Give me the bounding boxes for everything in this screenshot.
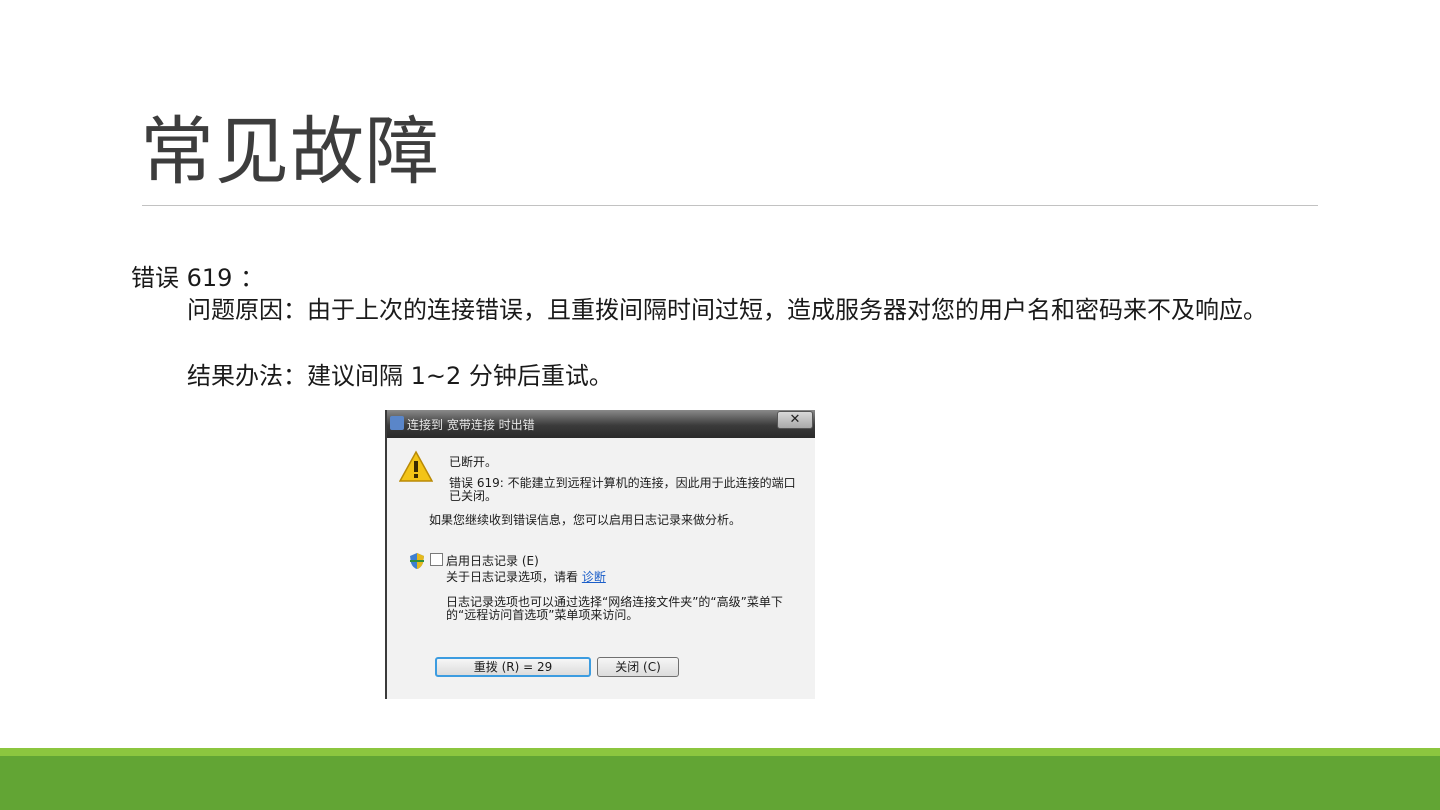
diagnose-link[interactable]: 诊断 (582, 570, 606, 584)
problem-cause-text: 问题原因：由于上次的连接错误，且重拨间隔时间过短，造成服务器对您的用户名和密码来… (187, 296, 1267, 324)
title-divider (142, 205, 1318, 206)
close-button[interactable]: 关闭 (C) (597, 657, 679, 677)
about-logging-text: 关于日志记录选项，请看 诊断 (446, 568, 606, 585)
logging-note: 日志记录选项也可以通过选择“网络连接文件夹”的“高级”菜单下的“远程访问首选项”… (446, 595, 783, 622)
error-message: 错误 619: 不能建立到远程计算机的连接，因此用于此连接的端口已关闭。 (449, 476, 796, 503)
dialog-close-icon[interactable]: ✕ (777, 411, 813, 429)
footer-bar (0, 756, 1440, 810)
error-dialog-screenshot: 连接到 宽带连接 时出错 ✕ 已断开。 错误 619: 不能建立到远程计算机的连… (385, 410, 815, 699)
redial-button[interactable]: 重拨 (R) = 29 (435, 657, 591, 677)
status-text: 已断开。 (449, 455, 498, 469)
dialog-titlebar: 连接到 宽带连接 时出错 ✕ (387, 410, 815, 438)
slide-title: 常见故障 (140, 109, 440, 195)
error-heading: 错误 619 ： (131, 264, 265, 292)
enable-logging-checkbox[interactable] (430, 553, 443, 566)
network-connection-icon (390, 416, 404, 430)
slide-body: 错误 619 ： 问题原因：由于上次的连接错误，且重拨间隔时间过短，造成服务器对… (131, 262, 1361, 392)
footer-accent-bar (0, 748, 1440, 756)
enable-logging-label: 启用日志记录 (E) (446, 554, 539, 568)
warning-icon (399, 450, 433, 482)
solution-text: 结果办法：建议间隔 1~2 分钟后重试。 (187, 362, 613, 390)
about-logging-prefix: 关于日志记录选项，请看 (446, 570, 579, 584)
info-text: 如果您继续收到错误信息，您可以启用日志记录来做分析。 (429, 513, 742, 527)
shield-icon (410, 553, 424, 569)
dialog-title: 连接到 宽带连接 时出错 (407, 418, 535, 432)
